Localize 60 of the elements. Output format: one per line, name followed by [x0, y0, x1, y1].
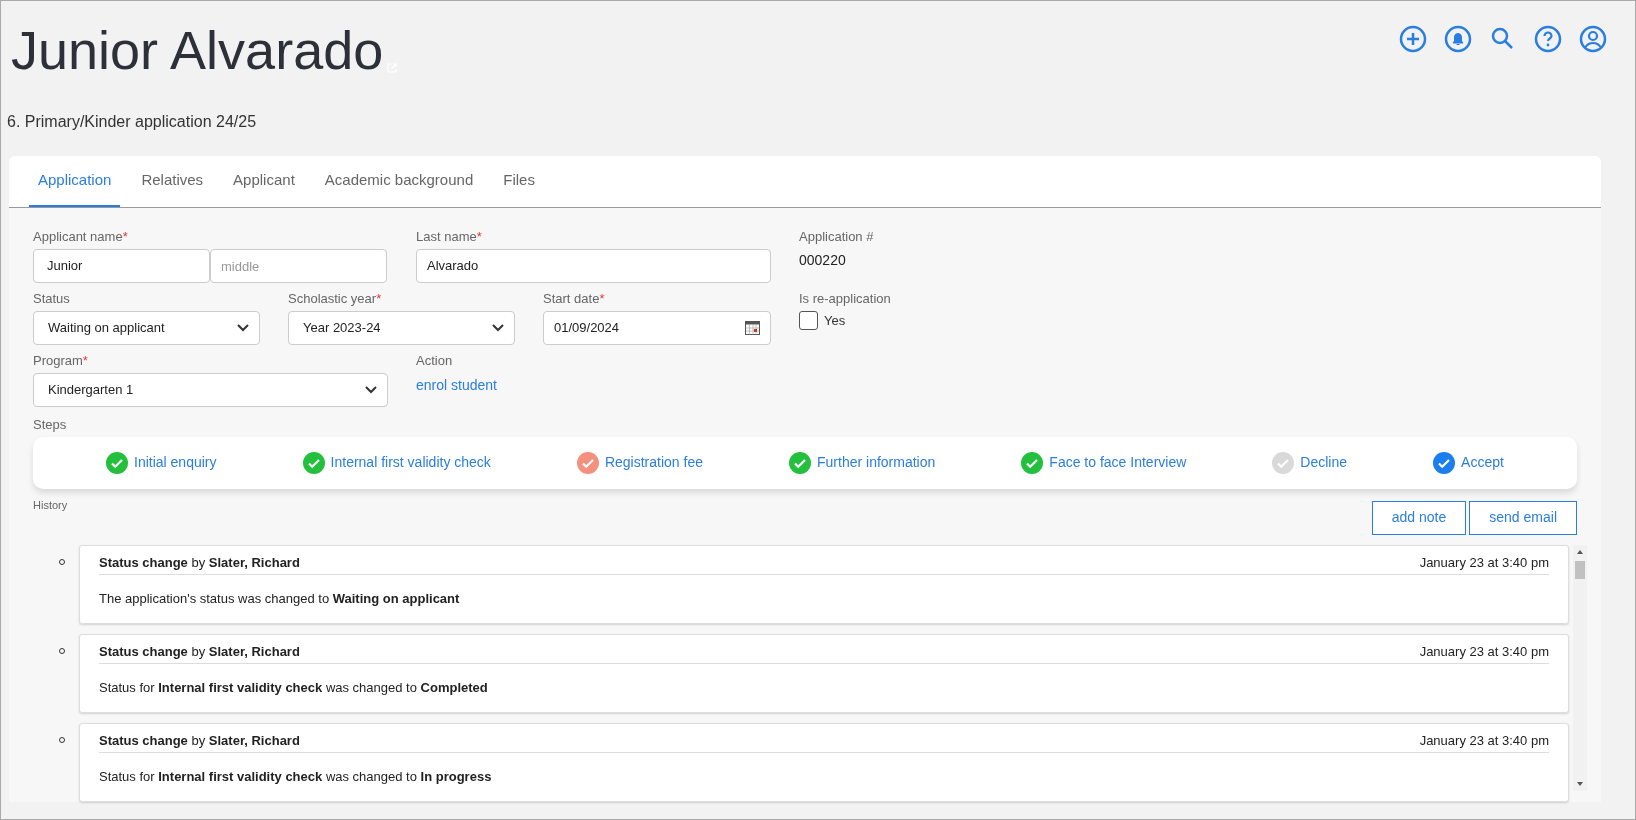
field-label: Applicant name: [33, 228, 123, 246]
tab[interactable]: Academic background: [315, 156, 483, 207]
first-name-field[interactable]: Junior: [33, 249, 210, 283]
application-number: 000220: [799, 251, 847, 270]
checkbox-label: Yes: [824, 312, 846, 330]
field-label: Action: [416, 352, 453, 370]
field-label: Program: [33, 352, 83, 370]
required-asterisk: *: [376, 290, 382, 308]
step-link[interactable]: Internal first validity check: [330, 452, 491, 473]
step-link[interactable]: Face to face Interview: [1049, 452, 1187, 473]
entry-text: Status for Internal first validity check was changed to Completed: [99, 679, 489, 697]
step-link[interactable]: Decline: [1300, 452, 1348, 473]
steps-label: Steps: [33, 416, 68, 434]
required-asterisk: *: [82, 352, 88, 370]
help-icon[interactable]: [1534, 25, 1562, 53]
step-link[interactable]: Initial enquiry: [134, 452, 217, 473]
entry-text: The application's status was changed to Waiting on applicant: [99, 590, 461, 608]
chevron-down-icon: [365, 386, 377, 394]
required-asterisk: *: [476, 228, 482, 246]
tab[interactable]: Application: [29, 156, 121, 207]
start-date-field[interactable]: 01/09/2024: [543, 311, 771, 345]
tab[interactable]: Relatives: [132, 156, 213, 207]
required-asterisk: *: [599, 290, 605, 308]
user-profile-icon[interactable]: [1579, 25, 1607, 53]
field-label: Application #: [799, 228, 874, 246]
field-label: Status: [33, 290, 70, 308]
entry-text: Status for Internal first validity check was changed to In progress: [99, 768, 493, 786]
calendar-icon[interactable]: [745, 321, 760, 335]
tab[interactable]: Applicant: [224, 156, 304, 207]
middle-name-field[interactable]: middle: [210, 249, 387, 283]
history-button[interactable]: send email: [1469, 500, 1577, 535]
field-label: Scholastic year: [288, 290, 377, 308]
entry-title: Status change by Slater, Richard: [99, 553, 300, 572]
step-link[interactable]: Further information: [817, 452, 936, 473]
history-label: History: [33, 497, 68, 513]
entry-title: Status change by Slater, Richard: [99, 642, 300, 661]
step-link[interactable]: Accept: [1461, 452, 1504, 473]
tab[interactable]: Files: [494, 156, 544, 207]
required-asterisk: *: [122, 228, 128, 246]
application-subtitle: 6. Primary/Kinder application 24/25: [6, 112, 258, 132]
status-select[interactable]: Waiting on applicant: [33, 311, 260, 345]
last-name-field[interactable]: Alvarado: [416, 249, 771, 283]
checkbox[interactable]: [799, 311, 818, 331]
scholastic-year-select[interactable]: Year 2023-24: [288, 311, 515, 345]
program-select[interactable]: Kindergarten 1: [33, 373, 388, 407]
history-button[interactable]: add note: [1371, 500, 1467, 535]
enrol-student-link[interactable]: enrol student: [416, 377, 497, 393]
field-label: Is re-application: [799, 290, 891, 308]
add-icon[interactable]: [1399, 25, 1427, 53]
entry-time: January 23 at 3:40 pm: [1419, 553, 1549, 572]
chevron-down-icon: [492, 324, 504, 332]
chevron-down-icon: [237, 324, 249, 332]
field-label: Start date: [543, 290, 600, 308]
field-label: Last name: [416, 228, 477, 246]
notification-bell-icon[interactable]: [1444, 25, 1472, 53]
entry-time: January 23 at 3:40 pm: [1419, 642, 1549, 661]
page-title: Junior Alvarado: [11, 19, 384, 82]
step-link[interactable]: Registration fee: [604, 452, 703, 473]
entry-time: January 23 at 3:40 pm: [1419, 731, 1549, 750]
entry-title: Status change by Slater, Richard: [99, 731, 300, 750]
